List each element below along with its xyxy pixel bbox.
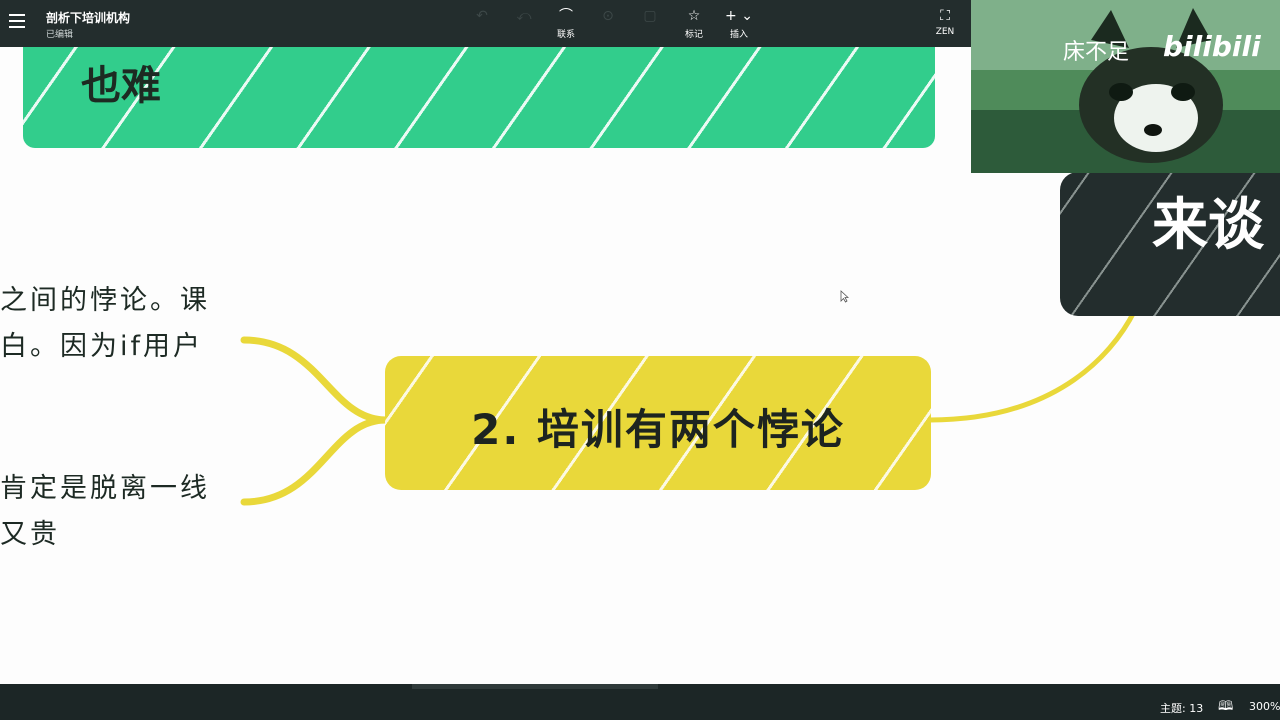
left-branch-text-1a[interactable]: 之间的悖论。课 [0,278,210,317]
mindmap-app: 剖析下培训机构 已编辑 ↶ ⤺ ⌒ 联系 ⊙ ▢ ☆ 标记 + ⌄ 插入 ⛶ Z… [0,0,1280,720]
zoom-level[interactable]: 300% [1249,700,1280,713]
topic-count: 主题: 13 [1160,702,1204,715]
green-topic-text: 也难 [81,63,161,109]
right-topic-node[interactable]: 来谈 [1060,172,1280,316]
main-topic-text: 2. 培训有两个悖论 [471,405,845,454]
left-branch-text-1b[interactable]: 白。因为if用户 [0,324,203,363]
outline-view-icon[interactable]: 🕮 [1218,697,1233,719]
horizontal-scrollbar[interactable] [412,684,658,689]
left-branch-text-2b[interactable]: 又贵 [0,512,60,551]
webcam-overlay: 床不足 bilibili [971,0,1280,173]
main-topic-node[interactable]: 2. 培训有两个悖论 [385,356,931,490]
bilibili-logo: bilibili [1163,30,1261,63]
webcam-scene [971,0,1280,173]
right-topic-text: 来谈 [1152,193,1264,258]
green-topic-node[interactable]: 也难 [23,47,935,148]
mouse-cursor-icon [840,290,849,303]
left-branch-text-2a[interactable]: 肯定是脱离一线 [0,466,210,505]
webcam-caption: 床不足 [1063,40,1130,65]
status-bar: 主题: 13 🕮 300% [0,684,1280,720]
